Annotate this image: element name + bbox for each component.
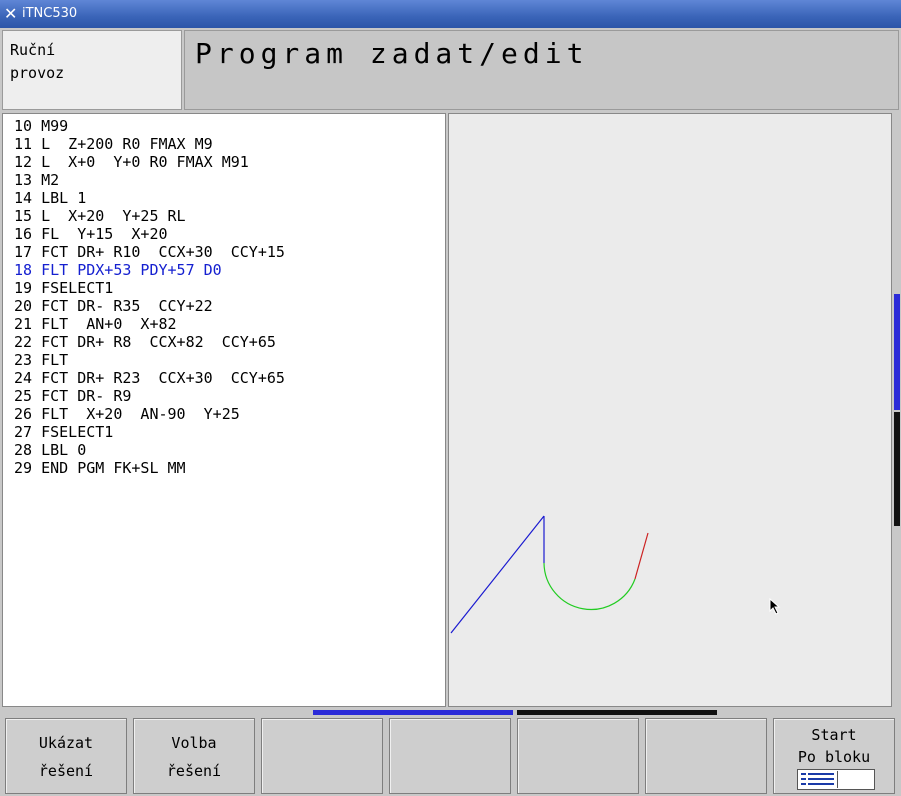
contour-graphic bbox=[450, 515, 649, 634]
program-listing[interactable]: 10 M99 11 L Z+200 R0 FMAX M9 12 L X+0 Y+0 … bbox=[2, 113, 446, 707]
softkey-label: Ukázat bbox=[38, 734, 94, 752]
program-line[interactable]: 29 END PGM FK+SL MM bbox=[14, 459, 445, 477]
program-line[interactable]: 13 M2 bbox=[14, 171, 445, 189]
softkey-empty-5[interactable] bbox=[517, 718, 639, 794]
program-line[interactable]: 14 LBL 1 bbox=[14, 189, 445, 207]
program-line[interactable]: 16 FL Y+15 X+20 bbox=[14, 225, 445, 243]
program-line[interactable]: 19 FSELECT1 bbox=[14, 279, 445, 297]
program-line[interactable]: 17 FCT DR+ R10 CCX+30 CCY+15 bbox=[14, 243, 445, 261]
machine-mode-panel[interactable]: Ruční provoz bbox=[2, 30, 182, 110]
start-block-scan-softkey[interactable]: Start Po bloku bbox=[773, 718, 895, 794]
softkey-label: řešení bbox=[38, 762, 94, 780]
program-line-active[interactable]: 18 FLT PDX+53 PDY+57 D0 bbox=[14, 261, 445, 279]
machine-mode-line1: Ruční bbox=[10, 41, 56, 59]
softkey-label: řešení bbox=[166, 762, 222, 780]
program-line[interactable]: 21 FLT AN+0 X+82 bbox=[14, 315, 445, 333]
window-titlebar: ✕ iTNC530 bbox=[0, 0, 901, 28]
scrollbar-thumb[interactable] bbox=[894, 294, 900, 410]
program-line[interactable]: 12 L X+0 Y+0 R0 FMAX M91 bbox=[14, 153, 445, 171]
program-line[interactable]: 22 FCT DR+ R8 CCX+82 CCY+65 bbox=[14, 333, 445, 351]
program-line[interactable]: 15 L X+20 Y+25 RL bbox=[14, 207, 445, 225]
fk-graphic-view[interactable] bbox=[448, 113, 892, 707]
softkey-label: Start bbox=[811, 726, 857, 744]
machine-mode-line2: provoz bbox=[10, 64, 65, 82]
program-line[interactable]: 25 FCT DR- R9 bbox=[14, 387, 445, 405]
softkey-empty-6[interactable] bbox=[645, 718, 767, 794]
softkey-empty-3[interactable] bbox=[261, 718, 383, 794]
softkey-level-active bbox=[313, 710, 513, 715]
program-line[interactable]: 10 M99 bbox=[14, 117, 445, 135]
program-line[interactable]: 26 FLT X+20 AN-90 Y+25 bbox=[14, 405, 445, 423]
mouse-cursor-icon bbox=[769, 598, 781, 615]
scrollbar-marker bbox=[894, 412, 900, 526]
softkey-label: Po bloku bbox=[797, 748, 871, 766]
contour-line-segment bbox=[450, 515, 545, 634]
softkey-level-inactive bbox=[517, 710, 717, 715]
select-solution-softkey[interactable]: Volba řešení bbox=[133, 718, 255, 794]
contour-unresolved-segment bbox=[634, 532, 649, 580]
programming-mode-panel: Program zadat/edit bbox=[184, 30, 899, 110]
page-title: Program zadat/edit bbox=[195, 37, 589, 70]
window-title: iTNC530 bbox=[22, 6, 78, 21]
program-line[interactable]: 27 FSELECT1 bbox=[14, 423, 445, 441]
softkey-empty-4[interactable] bbox=[389, 718, 511, 794]
x-window-icon: ✕ bbox=[4, 4, 18, 23]
program-line[interactable]: 23 FLT bbox=[14, 351, 445, 369]
program-line[interactable]: 24 FCT DR+ R23 CCX+30 CCY+65 bbox=[14, 369, 445, 387]
scrollbar[interactable] bbox=[893, 113, 901, 707]
block-scan-icon bbox=[797, 769, 875, 790]
softkey-label: Volba bbox=[171, 734, 217, 752]
show-solution-softkey[interactable]: Ukázat řešení bbox=[5, 718, 127, 794]
program-line[interactable]: 11 L Z+200 R0 FMAX M9 bbox=[14, 135, 445, 153]
program-line[interactable]: 28 LBL 0 bbox=[14, 441, 445, 459]
program-line[interactable]: 20 FCT DR- R35 CCY+22 bbox=[14, 297, 445, 315]
contour-arc-segment bbox=[543, 562, 636, 611]
